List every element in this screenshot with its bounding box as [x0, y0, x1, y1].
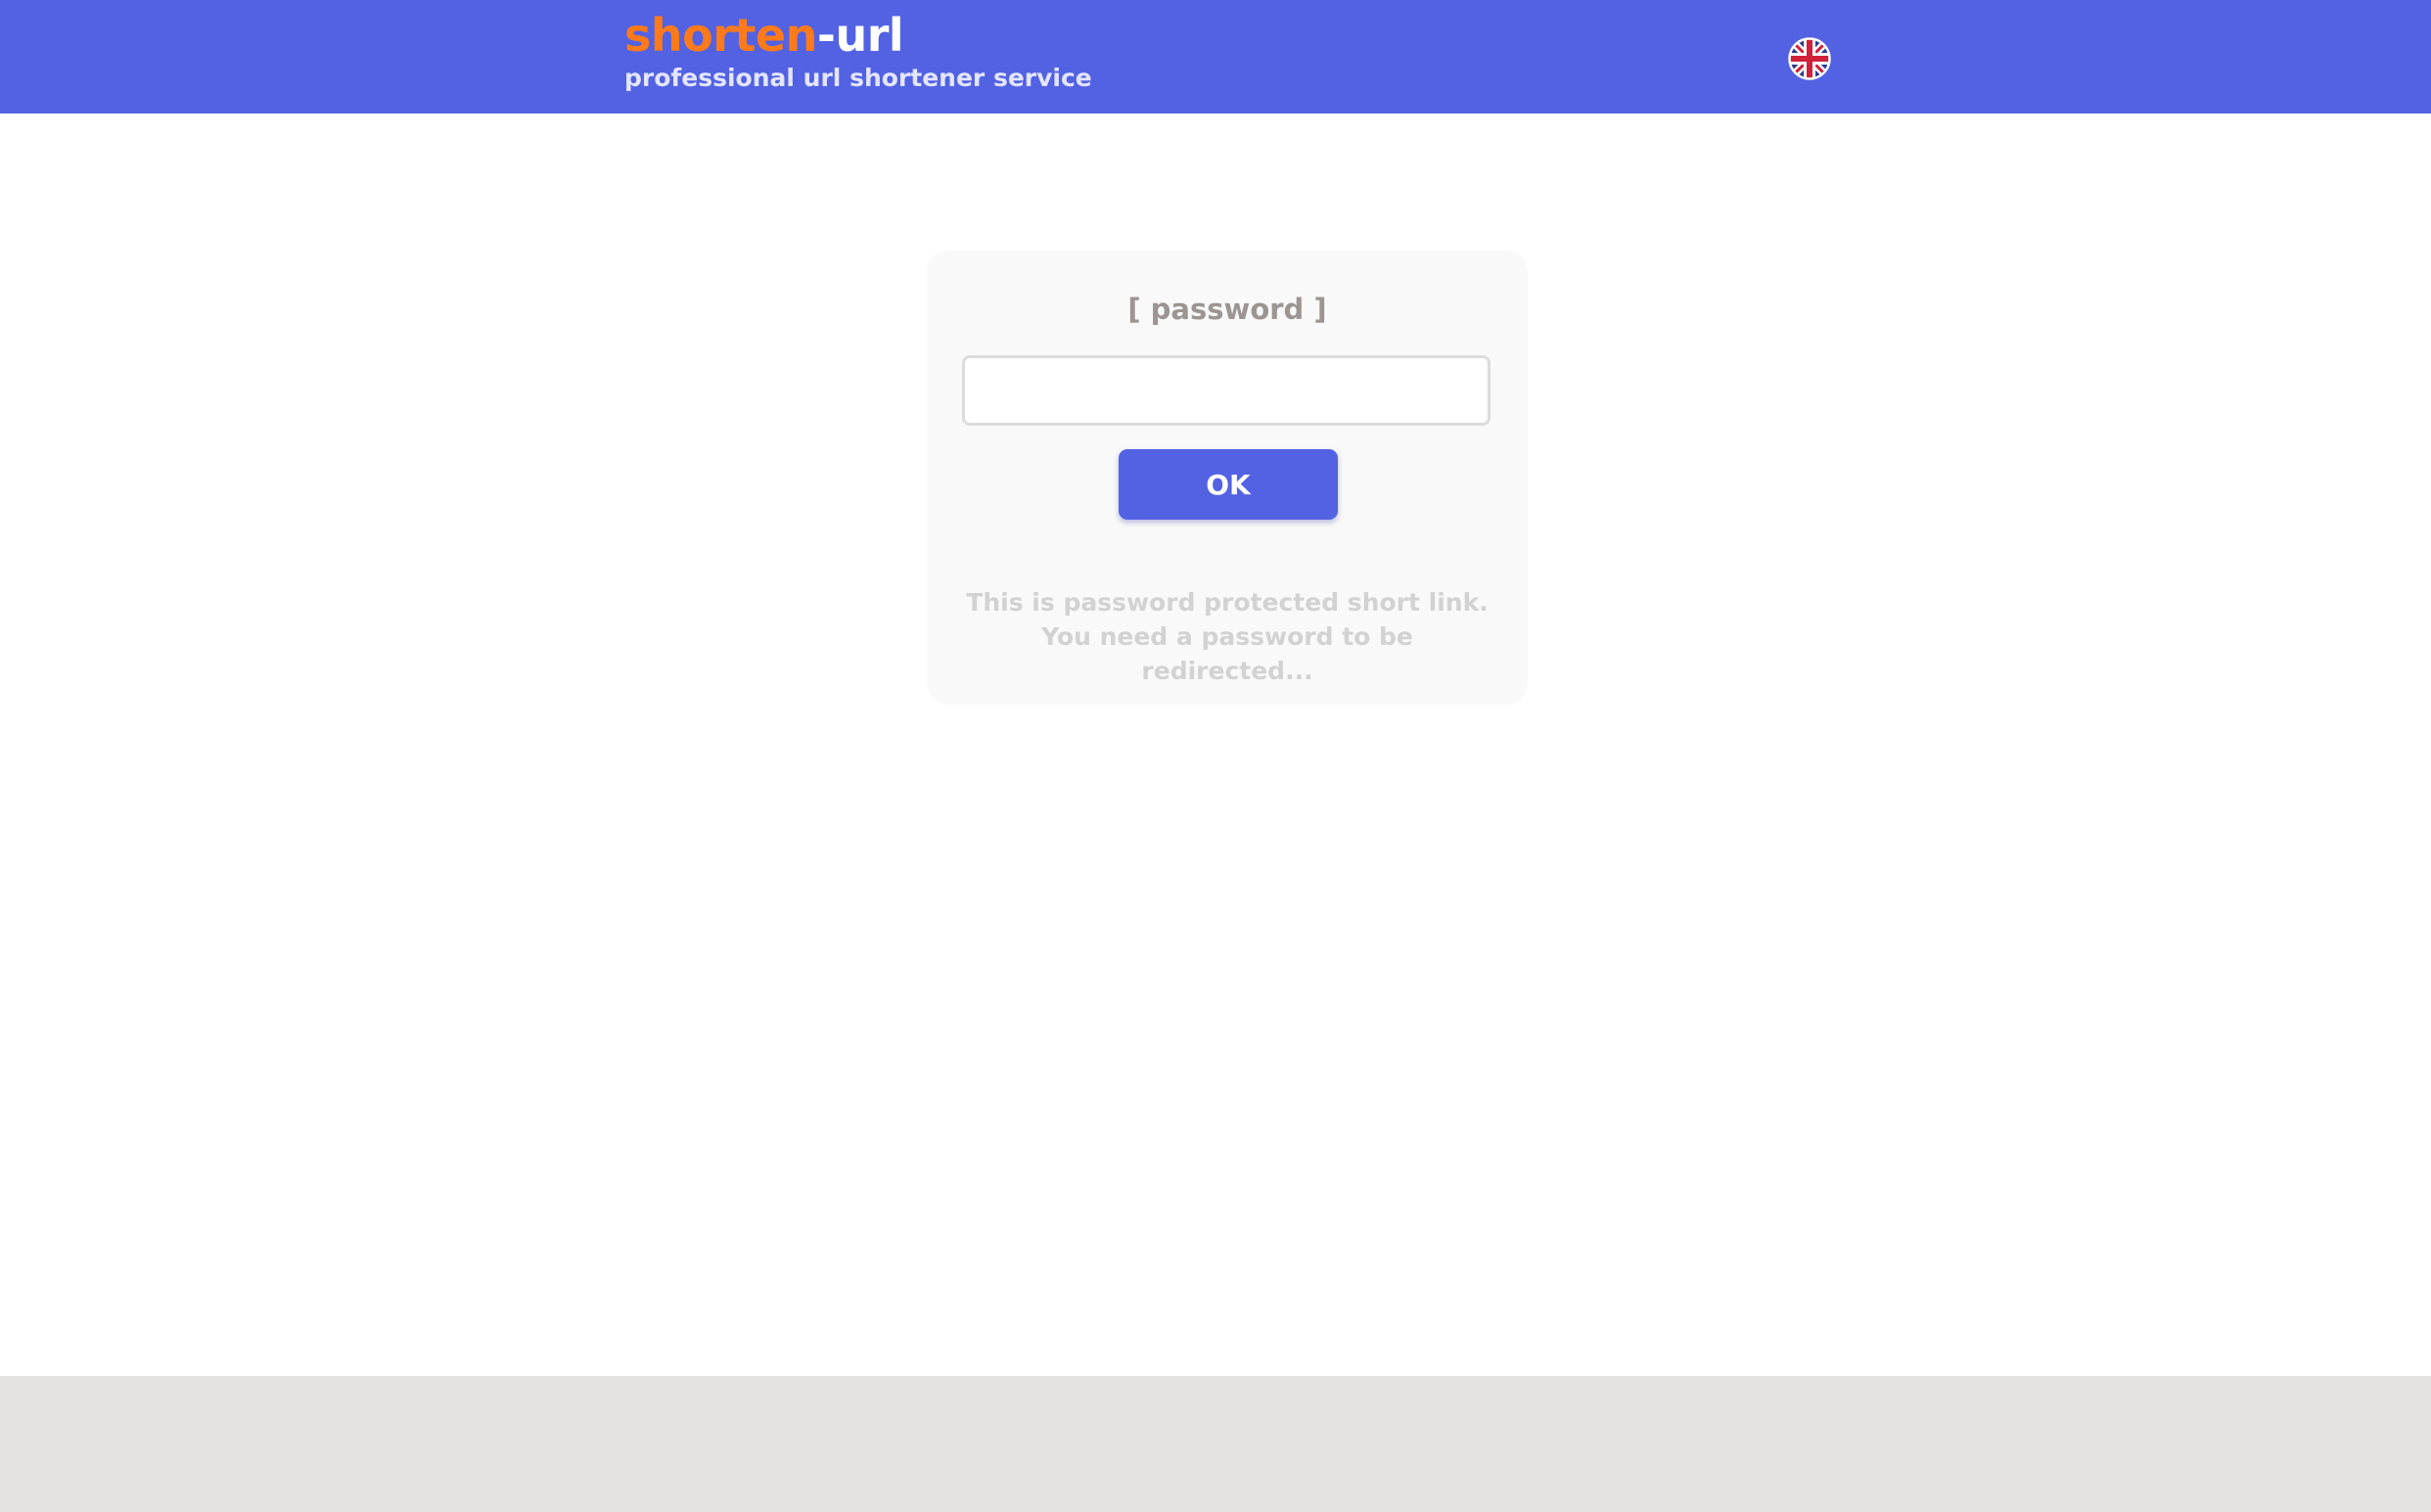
site-tagline: professional url shortener service	[624, 64, 1092, 92]
footer	[0, 1376, 2431, 1512]
uk-flag-icon[interactable]	[1788, 37, 1831, 80]
top-header: shorten-url professional url shortener s…	[0, 0, 2431, 114]
logo-part-shorten: shorten	[624, 9, 817, 62]
ok-button[interactable]: OK	[1119, 449, 1338, 520]
password-input[interactable]	[962, 355, 1491, 426]
password-card: [ password ] OK This is password protect…	[927, 251, 1528, 705]
info-text: This is password protected short link. Y…	[966, 588, 1489, 685]
site-logo: shorten-url	[624, 8, 904, 63]
logo-part-url: -url	[816, 9, 904, 62]
logo-link[interactable]: shorten-url	[624, 8, 904, 63]
password-title: [ password ]	[1127, 293, 1327, 326]
